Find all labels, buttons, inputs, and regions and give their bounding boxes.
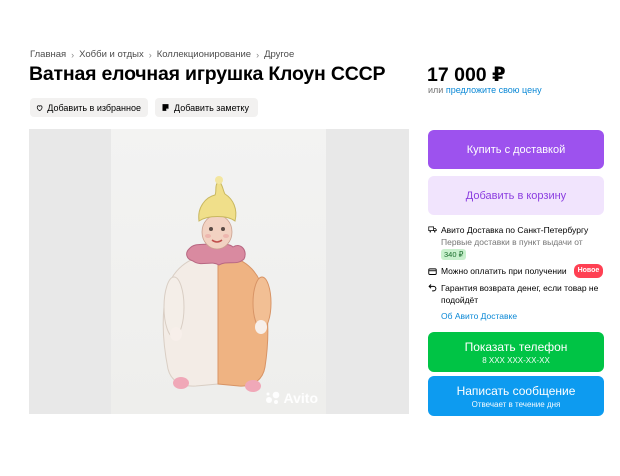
write-message-label: Написать сообщение	[456, 383, 576, 398]
breadcrumb-other[interactable]: Другое	[264, 49, 294, 60]
guarantee-info: Гарантия возврата денег, если товар не п…	[428, 282, 608, 306]
note-icon	[162, 104, 169, 111]
chevron-right-icon: ›	[148, 49, 152, 60]
breadcrumb-home[interactable]: Главная	[30, 49, 66, 60]
add-note-label: Добавить заметку	[174, 102, 249, 113]
clown-toy-image	[162, 176, 272, 392]
price: 17 000 ₽	[427, 64, 506, 86]
watermark-text: Avito	[283, 390, 318, 406]
avito-watermark: Avito	[265, 390, 318, 406]
buy-button-label: Купить с доставкой	[466, 143, 566, 156]
about-delivery-link[interactable]: Об Авито Доставке	[441, 311, 517, 321]
photo-gallery[interactable]: Avito	[29, 129, 409, 414]
wallet-icon	[428, 268, 437, 275]
add-to-cart-button[interactable]: Добавить в корзину	[428, 176, 604, 215]
add-note-button[interactable]: Добавить заметку	[155, 98, 258, 117]
phone-mask: 8 XXX XXX-XX-XX	[482, 355, 550, 365]
truck-icon	[428, 226, 437, 233]
page-title: Ватная елочная игрушка Клоун СССР	[29, 63, 386, 85]
breadcrumb: Главная › Хобби и отдых › Коллекциониров…	[30, 49, 294, 60]
show-phone-button[interactable]: Показать телефон 8 XXX XXX-XX-XX	[428, 332, 604, 372]
offer-price-link[interactable]: предложите свою цену	[446, 85, 542, 95]
cart-button-label: Добавить в корзину	[465, 189, 567, 202]
show-phone-label: Показать телефон	[464, 339, 568, 354]
write-message-button[interactable]: Написать сообщение Отвечает в течение дн…	[428, 376, 604, 416]
price-offer: или предложите свою цену	[428, 85, 542, 95]
product-photo[interactable]: Avito	[111, 129, 326, 414]
add-to-favorites-button[interactable]: Добавить в избранное	[30, 98, 148, 117]
delivery-note: Первые доставки в пункт выдачи от	[441, 237, 583, 247]
delivery-title: Авито Доставка по Санкт-Петербургу	[441, 225, 589, 235]
heart-icon	[36, 104, 43, 111]
pay-on-receipt-text: Можно оплатить при получении	[441, 266, 567, 276]
delivery-price-badge: 340 ₽	[441, 249, 467, 260]
price-offer-prefix: или	[428, 85, 444, 95]
breadcrumb-collecting[interactable]: Коллекционирование	[157, 49, 251, 60]
avito-logo-icon	[265, 391, 279, 404]
reply-time: Отвечает в течение дня	[471, 399, 561, 409]
guarantee-text: Гарантия возврата денег, если товар не п…	[441, 283, 599, 305]
buy-with-delivery-button[interactable]: Купить с доставкой	[428, 130, 604, 169]
chevron-right-icon: ›	[256, 49, 260, 60]
new-badge: Новое	[573, 264, 604, 278]
breadcrumb-hobby[interactable]: Хобби и отдых	[79, 49, 144, 60]
add-to-favorites-label: Добавить в избранное	[47, 102, 141, 113]
return-icon	[428, 284, 437, 292]
pay-on-receipt-info: Можно оплатить при получении Новое	[428, 264, 618, 278]
chevron-right-icon: ›	[71, 49, 75, 60]
delivery-info: Авито Доставка по Санкт-Петербургу Первы…	[428, 224, 618, 260]
